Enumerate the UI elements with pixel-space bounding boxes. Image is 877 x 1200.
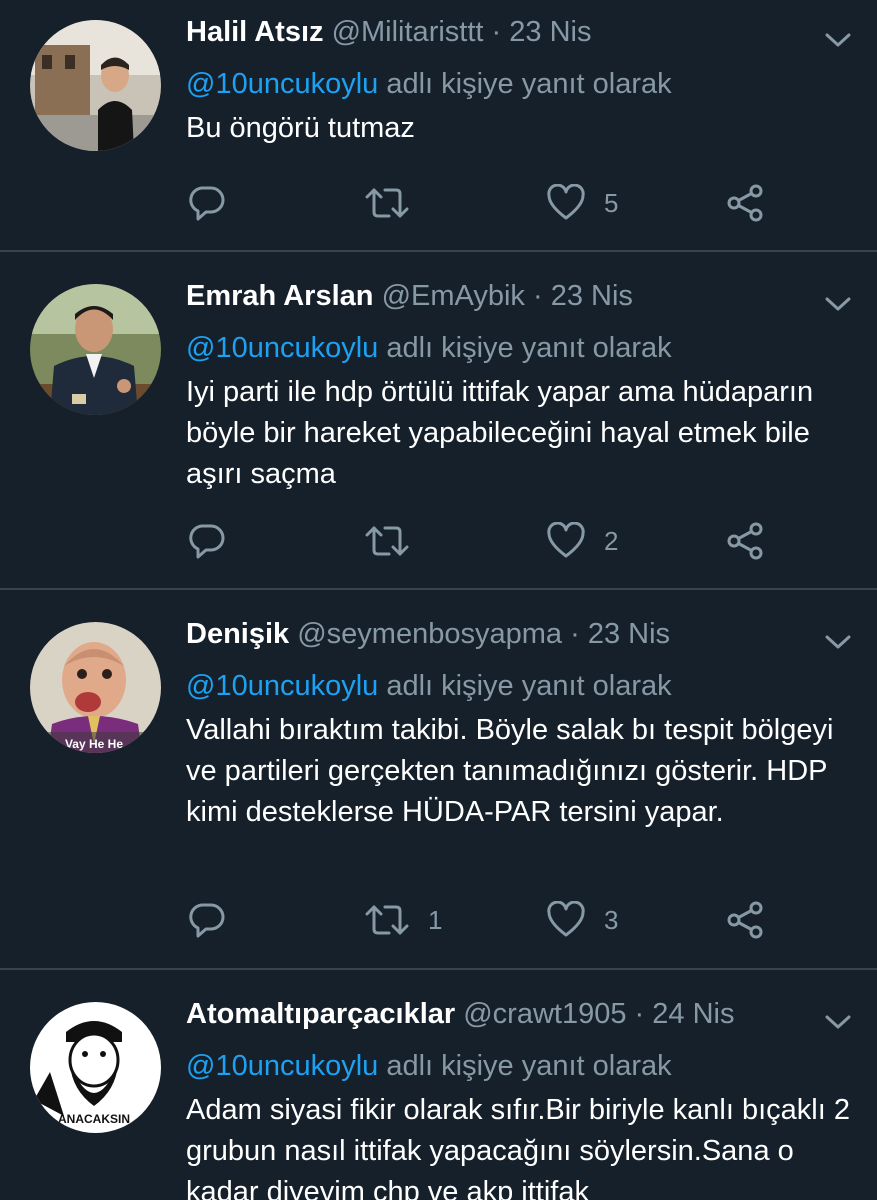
reply-mention-link[interactable]: @10uncukoylu bbox=[186, 68, 378, 100]
avatar-caption: Vay He He bbox=[65, 737, 123, 751]
reply-context: @10uncukoylu adlı kişiye yanıt olarak bbox=[186, 1048, 672, 1084]
author-handle[interactable]: @crawt1905 bbox=[463, 998, 626, 1030]
tweet-text: Vallahi bıraktım takibi. Böyle salak bı … bbox=[186, 714, 834, 828]
share-button[interactable] bbox=[725, 183, 765, 223]
like-button[interactable]: 2 bbox=[546, 521, 618, 561]
tweet[interactable]: Halil Atsız @Militaristtt · 23 Nis @10un… bbox=[0, 0, 877, 252]
separator: · bbox=[532, 280, 543, 312]
retweet-button[interactable] bbox=[364, 521, 428, 561]
reply-mention-link[interactable]: @10uncukoylu bbox=[186, 670, 378, 702]
reply-context: @10uncukoylu adlı kişiye yanıt olarak bbox=[186, 66, 672, 102]
heart-icon bbox=[547, 901, 585, 937]
separator: · bbox=[634, 998, 645, 1030]
retweet-button[interactable]: 1 bbox=[364, 900, 442, 940]
share-button[interactable] bbox=[725, 900, 765, 940]
separator: · bbox=[570, 618, 580, 650]
reply-suffix: adlı kişiye yanıt olarak bbox=[386, 670, 672, 702]
tweet-text: Iyi parti ile hdp örtülü ittifak yapar a… bbox=[186, 376, 814, 490]
retweet-icon bbox=[365, 905, 409, 935]
tweet-date[interactable]: 23 Nis bbox=[509, 16, 591, 48]
tweet-text: Adam siyasi fikir olarak sıfır.Bir biriy… bbox=[186, 1094, 850, 1200]
share-button[interactable] bbox=[725, 521, 765, 561]
heart-icon bbox=[547, 184, 585, 220]
share-icon bbox=[727, 184, 763, 222]
tweet[interactable]: ANACAKSIN Atomaltıparçacıklar @crawt1905… bbox=[0, 970, 877, 1200]
reply-mention-link[interactable]: @10uncukoylu bbox=[186, 332, 378, 364]
reply-suffix: adlı kişiye yanıt olarak bbox=[386, 68, 672, 100]
author-name[interactable]: Denişik bbox=[186, 618, 289, 650]
author-name[interactable]: Halil Atsız bbox=[186, 16, 324, 48]
like-count: 2 bbox=[604, 525, 619, 556]
reply-mention-link[interactable]: @10uncukoylu bbox=[186, 1050, 378, 1082]
share-icon bbox=[727, 522, 763, 560]
avatar[interactable] bbox=[30, 284, 161, 415]
heart-icon bbox=[547, 522, 585, 558]
tweet-date[interactable]: 23 Nis bbox=[588, 618, 670, 650]
reply-icon bbox=[189, 524, 225, 559]
tweet-text: Bu öngörü tutmaz bbox=[186, 112, 415, 144]
chevron-down-icon[interactable] bbox=[825, 296, 851, 312]
like-button[interactable]: 3 bbox=[546, 900, 618, 940]
chevron-down-icon[interactable] bbox=[825, 32, 851, 48]
tweet[interactable]: Emrah Arslan @EmAybik · 23 Nis @10uncuko… bbox=[0, 252, 877, 590]
tweet-header: Emrah Arslan @EmAybik · 23 Nis bbox=[186, 278, 633, 314]
avatar[interactable] bbox=[30, 20, 161, 151]
chevron-down-icon[interactable] bbox=[825, 634, 851, 650]
like-count: 3 bbox=[604, 904, 619, 935]
author-handle[interactable]: @Militaristtt bbox=[332, 16, 484, 48]
tweet-date[interactable]: 23 Nis bbox=[551, 280, 633, 312]
share-icon bbox=[727, 901, 763, 939]
retweet-icon bbox=[365, 526, 409, 556]
author-name[interactable]: Emrah Arslan bbox=[186, 280, 374, 312]
retweet-button[interactable] bbox=[364, 183, 428, 223]
avatar[interactable]: ANACAKSIN bbox=[30, 1002, 161, 1133]
reply-button[interactable] bbox=[188, 521, 226, 561]
like-button[interactable]: 5 bbox=[546, 183, 618, 223]
tweet-header: Atomaltıparçacıklar @crawt1905 · 24 Nis bbox=[186, 996, 734, 1032]
tweet[interactable]: Vay He He Denişik @seymenbosyapma · 23 N… bbox=[0, 590, 877, 970]
author-handle[interactable]: @seymenbosyapma bbox=[297, 618, 562, 650]
tweet-header: Halil Atsız @Militaristtt · 23 Nis bbox=[186, 14, 591, 50]
author-name[interactable]: Atomaltıparçacıklar bbox=[186, 998, 455, 1030]
chevron-down-icon[interactable] bbox=[825, 1014, 851, 1030]
reply-icon bbox=[189, 903, 225, 938]
like-count: 5 bbox=[604, 187, 619, 218]
author-handle[interactable]: @EmAybik bbox=[382, 280, 525, 312]
reply-button[interactable] bbox=[188, 900, 226, 940]
retweet-count: 1 bbox=[428, 904, 443, 935]
tweet-header: Denişik @seymenbosyapma · 23 Nis bbox=[186, 616, 670, 652]
tweet-date[interactable]: 24 Nis bbox=[652, 998, 734, 1030]
separator: · bbox=[491, 16, 502, 48]
reply-button[interactable] bbox=[188, 183, 226, 223]
reply-suffix: adlı kişiye yanıt olarak bbox=[386, 1050, 672, 1082]
avatar[interactable]: Vay He He bbox=[30, 622, 161, 753]
reply-icon bbox=[189, 186, 225, 221]
reply-suffix: adlı kişiye yanıt olarak bbox=[386, 332, 672, 364]
reply-context: @10uncukoylu adlı kişiye yanıt olarak bbox=[186, 330, 672, 366]
avatar-caption: ANACAKSIN bbox=[58, 1112, 130, 1126]
reply-context: @10uncukoylu adlı kişiye yanıt olarak bbox=[186, 668, 672, 704]
retweet-icon bbox=[365, 188, 409, 218]
